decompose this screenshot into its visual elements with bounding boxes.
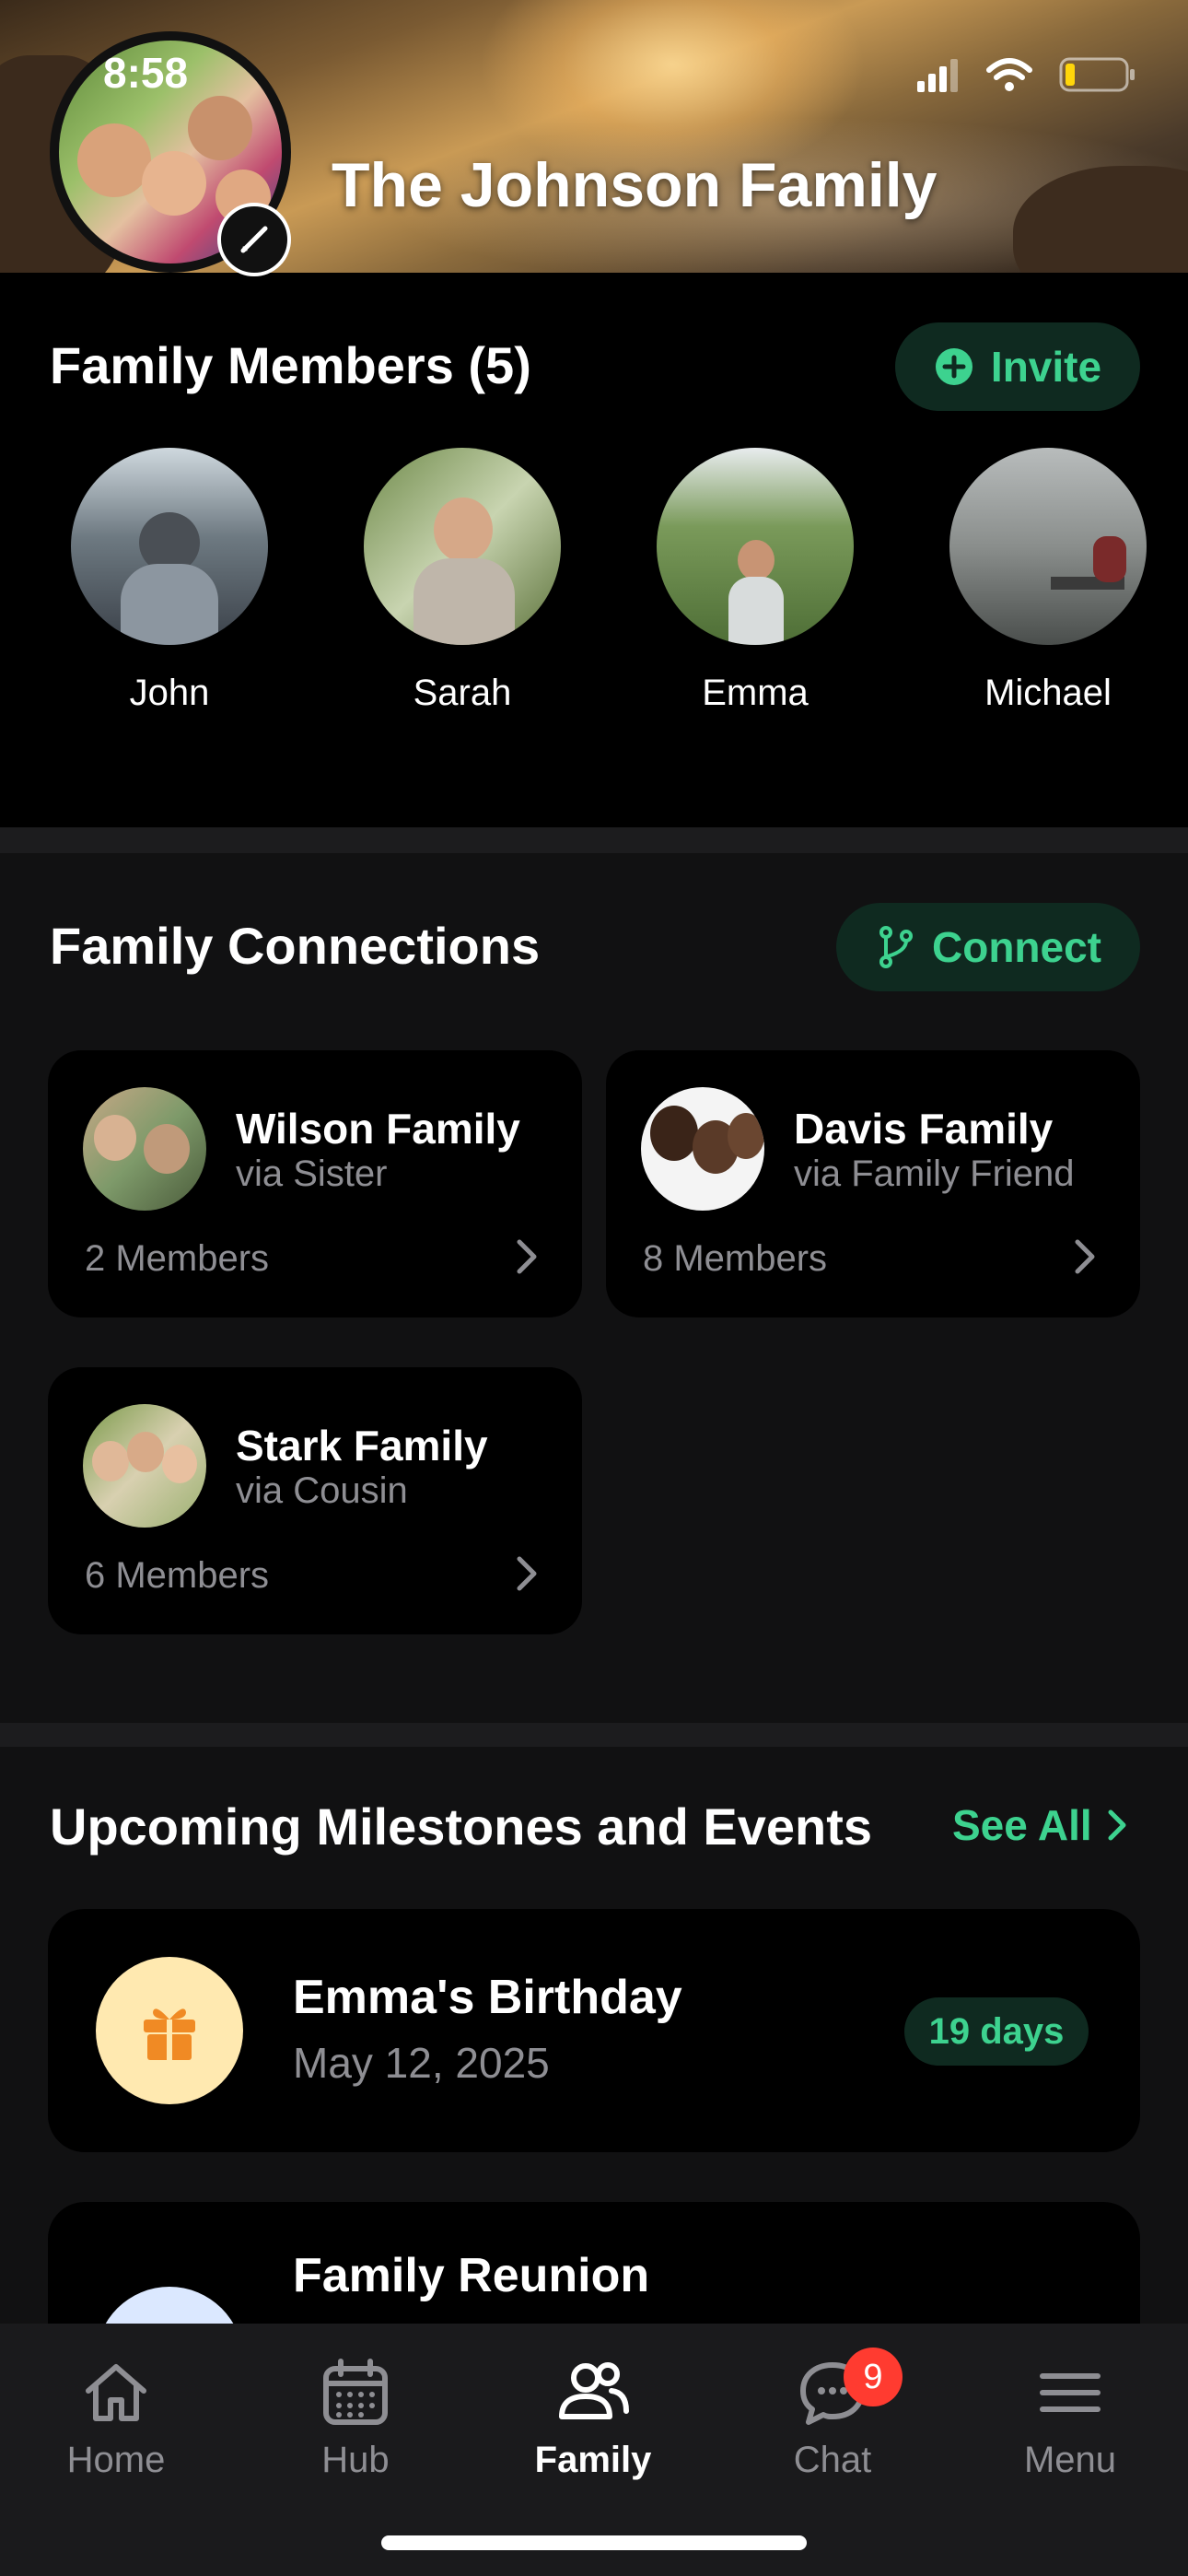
tab-family[interactable]: Family	[492, 2351, 694, 2481]
status-time: 8:58	[103, 49, 189, 97]
connection-avatar	[641, 1087, 764, 1211]
tab-label: Hub	[321, 2440, 390, 2480]
connection-via: via Cousin	[236, 1470, 408, 1511]
member-name: John	[129, 673, 210, 713]
member-michael[interactable]: Michael	[947, 448, 1149, 714]
tab-chat[interactable]: 9 Chat	[731, 2348, 934, 2481]
member-name: Michael	[984, 673, 1112, 713]
wifi-icon	[986, 58, 1032, 91]
section-divider	[0, 1723, 1188, 1747]
battery-icon	[1059, 57, 1135, 92]
member-emma[interactable]: Emma	[654, 448, 856, 714]
member-name: Sarah	[413, 673, 512, 713]
events-section-title: Upcoming Milestones and Events	[50, 1797, 873, 1856]
tab-menu[interactable]: Menu	[969, 2351, 1171, 2481]
family-name-title: The Johnson Family	[332, 150, 938, 220]
member-photo	[949, 448, 1147, 645]
member-photo	[657, 448, 854, 645]
plus-circle-icon	[935, 348, 973, 385]
tab-label: Chat	[793, 2440, 872, 2480]
home-icon	[86, 2364, 146, 2421]
tab-label: Menu	[1023, 2440, 1117, 2480]
connection-via: via Family Friend	[794, 1153, 1075, 1194]
member-photo	[364, 448, 561, 645]
chevron-right-icon	[517, 1239, 537, 1274]
event-date: May 12, 2025	[293, 2039, 550, 2087]
days-remaining-badge: 19 days	[904, 1997, 1089, 2066]
connection-name: Wilson Family	[236, 1105, 520, 1153]
connection-name: Davis Family	[794, 1105, 1054, 1153]
member-photo	[71, 448, 268, 645]
section-divider	[0, 827, 1188, 853]
connection-card-stark[interactable]: Stark Family via Cousin 6 Members	[48, 1367, 582, 1634]
see-all-link[interactable]: See All	[952, 1800, 1129, 1850]
gift-icon	[144, 2008, 195, 2060]
tab-home[interactable]: Home	[15, 2351, 217, 2481]
connection-member-count: 2 Members	[85, 1238, 270, 1279]
connect-button[interactable]: Connect	[836, 903, 1140, 991]
calendar-icon	[323, 2359, 388, 2425]
connection-name: Stark Family	[236, 1422, 488, 1469]
member-john[interactable]: John	[68, 448, 271, 714]
connection-card-wilson[interactable]: Wilson Family via Sister 2 Members	[48, 1050, 582, 1317]
hamburger-menu-icon	[1040, 2373, 1101, 2412]
see-all-label: See All	[952, 1801, 1092, 1849]
members-section-title: Family Members (5)	[50, 336, 531, 394]
pencil-icon	[240, 226, 268, 253]
connection-member-count: 8 Members	[643, 1238, 828, 1279]
home-indicator[interactable]	[381, 2535, 807, 2550]
member-name: Emma	[702, 673, 809, 713]
connections-section-title: Family Connections	[50, 917, 541, 975]
event-title: Family Reunion	[293, 2249, 650, 2302]
edit-photo-button[interactable]	[217, 203, 291, 276]
connection-avatar	[83, 1404, 206, 1528]
connection-via: via Sister	[236, 1153, 388, 1194]
chat-unread-badge: 9	[844, 2348, 903, 2406]
status-icons	[917, 57, 1135, 92]
chevron-right-icon	[1075, 1239, 1095, 1274]
chevron-right-icon	[517, 1556, 537, 1591]
connect-label: Connect	[932, 923, 1101, 971]
connection-avatar	[83, 1087, 206, 1211]
chevron-right-icon	[1108, 1809, 1126, 1841]
member-sarah[interactable]: Sarah	[361, 448, 564, 714]
connection-member-count: 6 Members	[85, 1555, 270, 1596]
event-title: Emma's Birthday	[293, 1971, 682, 2024]
invite-button[interactable]: Invite	[895, 322, 1140, 411]
tab-label: Home	[66, 2440, 166, 2480]
event-icon-wrapper	[96, 1957, 243, 2104]
tab-hub[interactable]: Hub	[254, 2351, 457, 2481]
event-card-birthday[interactable]: Emma's Birthday May 12, 2025 19 days	[48, 1909, 1140, 2152]
people-icon	[559, 2362, 629, 2419]
connection-card-davis[interactable]: Davis Family via Family Friend 8 Members	[606, 1050, 1140, 1317]
invite-label: Invite	[990, 343, 1102, 391]
signal-icon	[917, 59, 958, 92]
tab-label: Family	[534, 2440, 652, 2480]
branch-icon	[879, 926, 913, 968]
